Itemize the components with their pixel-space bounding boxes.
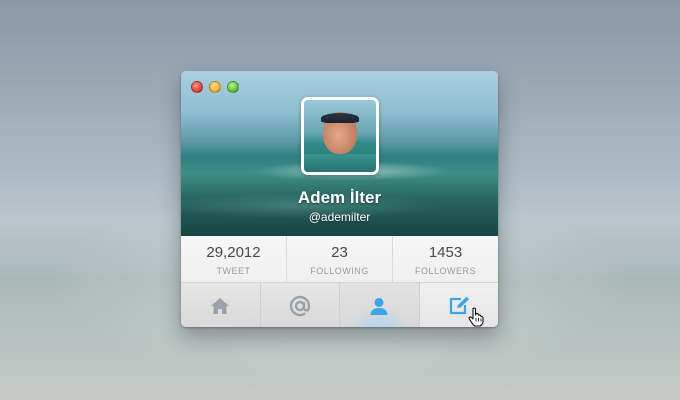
stat-value: 1453 — [428, 244, 463, 261]
tab-home[interactable] — [181, 283, 261, 327]
profile-stats: 29,2012 TWEET 23 FOLLOWING 1453 FOLLOWER… — [181, 236, 498, 283]
stat-value: 29,2012 — [206, 244, 261, 261]
stat-value: 23 — [331, 244, 348, 261]
close-button[interactable] — [191, 81, 203, 93]
mention-icon — [289, 295, 311, 317]
home-icon — [210, 297, 230, 315]
profile-handle: @ademilter — [308, 210, 371, 224]
compose-icon — [448, 296, 470, 316]
avatar-headband — [321, 113, 359, 123]
profile-name: Adem İlter — [297, 188, 382, 207]
stat-label: TWEET — [216, 266, 251, 276]
stat-followers[interactable]: 1453 FOLLOWERS — [393, 236, 498, 282]
avatar-water — [304, 154, 376, 172]
tab-profile[interactable] — [340, 283, 420, 327]
profile-icon — [369, 296, 389, 316]
minimize-button[interactable] — [209, 81, 221, 93]
hand-cursor-icon — [468, 307, 484, 327]
tab-compose[interactable] — [419, 283, 498, 327]
profile-header: Adem İlter @ademilter — [181, 71, 498, 236]
tab-bar — [181, 283, 498, 327]
stat-label: FOLLOWERS — [414, 266, 476, 276]
stat-following[interactable]: 23 FOLLOWING — [287, 236, 393, 282]
avatar[interactable] — [301, 97, 379, 175]
window-controls — [191, 81, 239, 93]
stat-tweets[interactable]: 29,2012 TWEET — [181, 236, 287, 282]
zoom-button[interactable] — [227, 81, 239, 93]
stat-label: FOLLOWING — [310, 266, 369, 276]
tab-mentions[interactable] — [261, 283, 340, 327]
profile-window: Adem İlter @ademilter 29,2012 TWEET 23 F… — [181, 71, 498, 327]
